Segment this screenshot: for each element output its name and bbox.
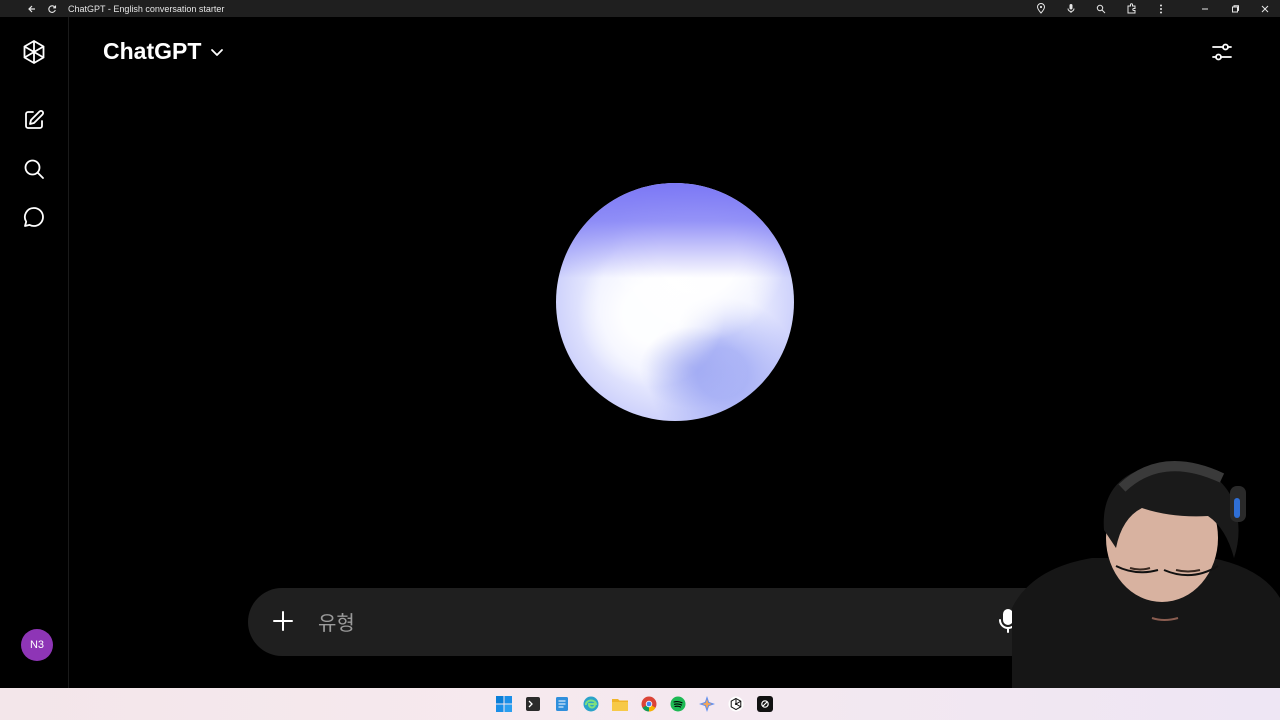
copilot-icon[interactable] bbox=[697, 694, 717, 714]
openai-logo-icon[interactable] bbox=[20, 38, 48, 66]
browser-titlebar: ChatGPT - English conversation starter bbox=[0, 0, 1280, 17]
voice-orb bbox=[556, 183, 794, 421]
search-icon[interactable] bbox=[20, 155, 48, 183]
close-icon[interactable] bbox=[1256, 1, 1274, 17]
file-explorer-icon[interactable] bbox=[610, 694, 630, 714]
chrome-icon[interactable] bbox=[639, 694, 659, 714]
extensions-icon[interactable] bbox=[1122, 1, 1140, 17]
minimize-icon[interactable] bbox=[1196, 1, 1214, 17]
webcam-overlay bbox=[1012, 458, 1280, 688]
terminal-icon[interactable] bbox=[523, 694, 543, 714]
location-icon[interactable] bbox=[1032, 1, 1050, 17]
browser-tab-title: ChatGPT - English conversation starter bbox=[68, 3, 225, 14]
sidebar: N3 bbox=[0, 17, 69, 688]
model-label: ChatGPT bbox=[103, 38, 202, 64]
chatgpt-icon[interactable] bbox=[726, 694, 746, 714]
model-switcher[interactable]: ChatGPT bbox=[103, 38, 225, 65]
windows-start-icon[interactable] bbox=[494, 694, 514, 714]
more-menu-icon[interactable] bbox=[1152, 1, 1170, 17]
back-arrow-icon[interactable] bbox=[24, 1, 40, 17]
restore-icon[interactable] bbox=[1226, 1, 1244, 17]
spotify-icon[interactable] bbox=[668, 694, 688, 714]
cursor-icon[interactable] bbox=[755, 694, 775, 714]
plus-icon[interactable] bbox=[270, 608, 296, 634]
microphone-indicator-icon[interactable] bbox=[1062, 1, 1080, 17]
chevron-down-icon bbox=[211, 48, 224, 56]
message-input[interactable] bbox=[316, 607, 960, 639]
zoom-icon[interactable] bbox=[1092, 1, 1110, 17]
edge-icon[interactable] bbox=[581, 694, 601, 714]
windows-taskbar bbox=[0, 688, 1280, 720]
notepad-icon[interactable] bbox=[552, 694, 572, 714]
reload-icon[interactable] bbox=[44, 1, 60, 17]
avatar[interactable]: N3 bbox=[21, 629, 53, 661]
settings-sliders-icon[interactable] bbox=[1208, 38, 1236, 66]
new-chat-icon[interactable] bbox=[20, 106, 48, 134]
chat-bubble-icon[interactable] bbox=[20, 203, 48, 231]
